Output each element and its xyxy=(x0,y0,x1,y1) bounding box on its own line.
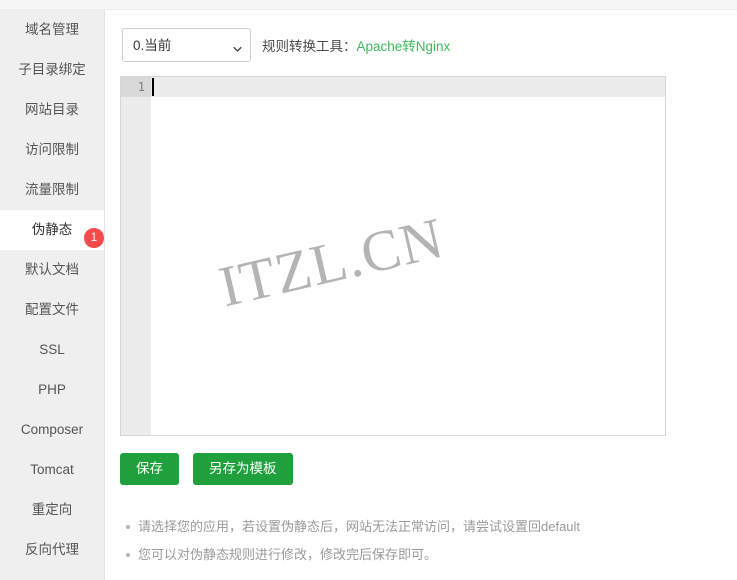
apache-to-nginx-link[interactable]: Apache转Nginx xyxy=(357,39,451,54)
sidebar-item-label: 流量限制 xyxy=(25,182,79,197)
sidebar-item-13[interactable]: 反向代理 xyxy=(0,530,104,570)
sidebar-item-label: Composer xyxy=(20,422,84,437)
editor-active-line[interactable] xyxy=(151,77,665,97)
converter-label-text: 规则转换工具： xyxy=(262,39,357,54)
sidebar-item-label: 域名管理 xyxy=(25,22,79,37)
sidebar-item-label: 子目录绑定 xyxy=(18,62,86,77)
sidebar-item-1[interactable]: 子目录绑定 xyxy=(0,50,104,90)
sidebar-item-6[interactable]: 默认文档 xyxy=(0,250,104,290)
editor-gutter: 1 xyxy=(121,77,151,435)
text-caret xyxy=(152,78,154,96)
sidebar-item-12[interactable]: 重定向 xyxy=(0,490,104,530)
editor-code-area[interactable] xyxy=(151,77,665,435)
sidebar-item-badge: 1 xyxy=(84,228,104,248)
save-as-template-button[interactable]: 另存为模板 xyxy=(193,453,293,485)
page-root: 域名管理子目录绑定网站目录访问限制流量限制伪静态 1 默认文档配置文件 SSL PHP C… xyxy=(0,10,737,580)
content-panel: 0.当前 规则转换工具：Apache转Nginx 1 ITZL.CN 保存 另存… xyxy=(106,10,737,580)
bullet-icon xyxy=(126,553,130,557)
sidebar-item-10[interactable]: Composer xyxy=(0,410,104,450)
action-buttons: 保存 另存为模板 xyxy=(120,453,293,485)
sidebar-item-label: 伪静态 xyxy=(31,222,73,237)
sidebar-item-8[interactable]: SSL xyxy=(0,330,104,370)
bullet-icon xyxy=(126,525,130,529)
app-select[interactable]: 0.当前 xyxy=(122,28,251,62)
note-item: 请选择您的应用，若设置伪静态后，网站无法正常访问，请尝试设置回default xyxy=(126,513,737,541)
sidebar-item-4[interactable]: 流量限制 xyxy=(0,170,104,210)
sidebar-item-label: 访问限制 xyxy=(25,142,79,157)
sidebar-item-label: 默认文档 xyxy=(25,262,79,277)
note-item: 您可以对伪静态规则进行修改，修改完后保存即可。 xyxy=(126,541,737,569)
save-button[interactable]: 保存 xyxy=(120,453,179,485)
sidebar-item-label: Tomcat xyxy=(30,462,74,477)
sidebar-item-7[interactable]: 配置文件 xyxy=(0,290,104,330)
sidebar-item-9[interactable]: PHP xyxy=(0,370,104,410)
sidebar-item-3[interactable]: 访问限制 xyxy=(0,130,104,170)
notes-list: 请选择您的应用，若设置伪静态后，网站无法正常访问，请尝试设置回default 您可… xyxy=(120,513,737,569)
converter-label: 规则转换工具：Apache转Nginx xyxy=(262,35,450,55)
sidebar-item-label: PHP xyxy=(38,382,66,397)
sidebar-item-label: 网站目录 xyxy=(25,102,79,117)
sidebar: 域名管理子目录绑定网站目录访问限制流量限制伪静态 1 默认文档配置文件 SSL PHP C… xyxy=(0,10,105,580)
note-text: 请选择您的应用，若设置伪静态后，网站无法正常访问，请尝试设置回default xyxy=(138,519,581,534)
sidebar-item-label: 重定向 xyxy=(31,502,73,517)
sidebar-item-2[interactable]: 网站目录 xyxy=(0,90,104,130)
sidebar-item-5[interactable]: 伪静态 1 xyxy=(0,210,104,250)
sidebar-item-label: SSL xyxy=(39,342,65,357)
sidebar-item-11[interactable]: Tomcat xyxy=(0,450,104,490)
sidebar-item-label: 配置文件 xyxy=(25,302,79,317)
app-select-wrapper: 0.当前 xyxy=(122,28,251,62)
toolbar: 0.当前 规则转换工具：Apache转Nginx xyxy=(122,28,450,62)
top-strip xyxy=(0,0,737,10)
gutter-line-number: 1 xyxy=(121,77,151,97)
note-text: 您可以对伪静态规则进行修改，修改完后保存即可。 xyxy=(138,547,438,562)
sidebar-item-label: 反向代理 xyxy=(25,542,79,557)
sidebar-item-0[interactable]: 域名管理 xyxy=(0,10,104,50)
rewrite-rule-editor[interactable]: 1 ITZL.CN xyxy=(120,76,666,436)
